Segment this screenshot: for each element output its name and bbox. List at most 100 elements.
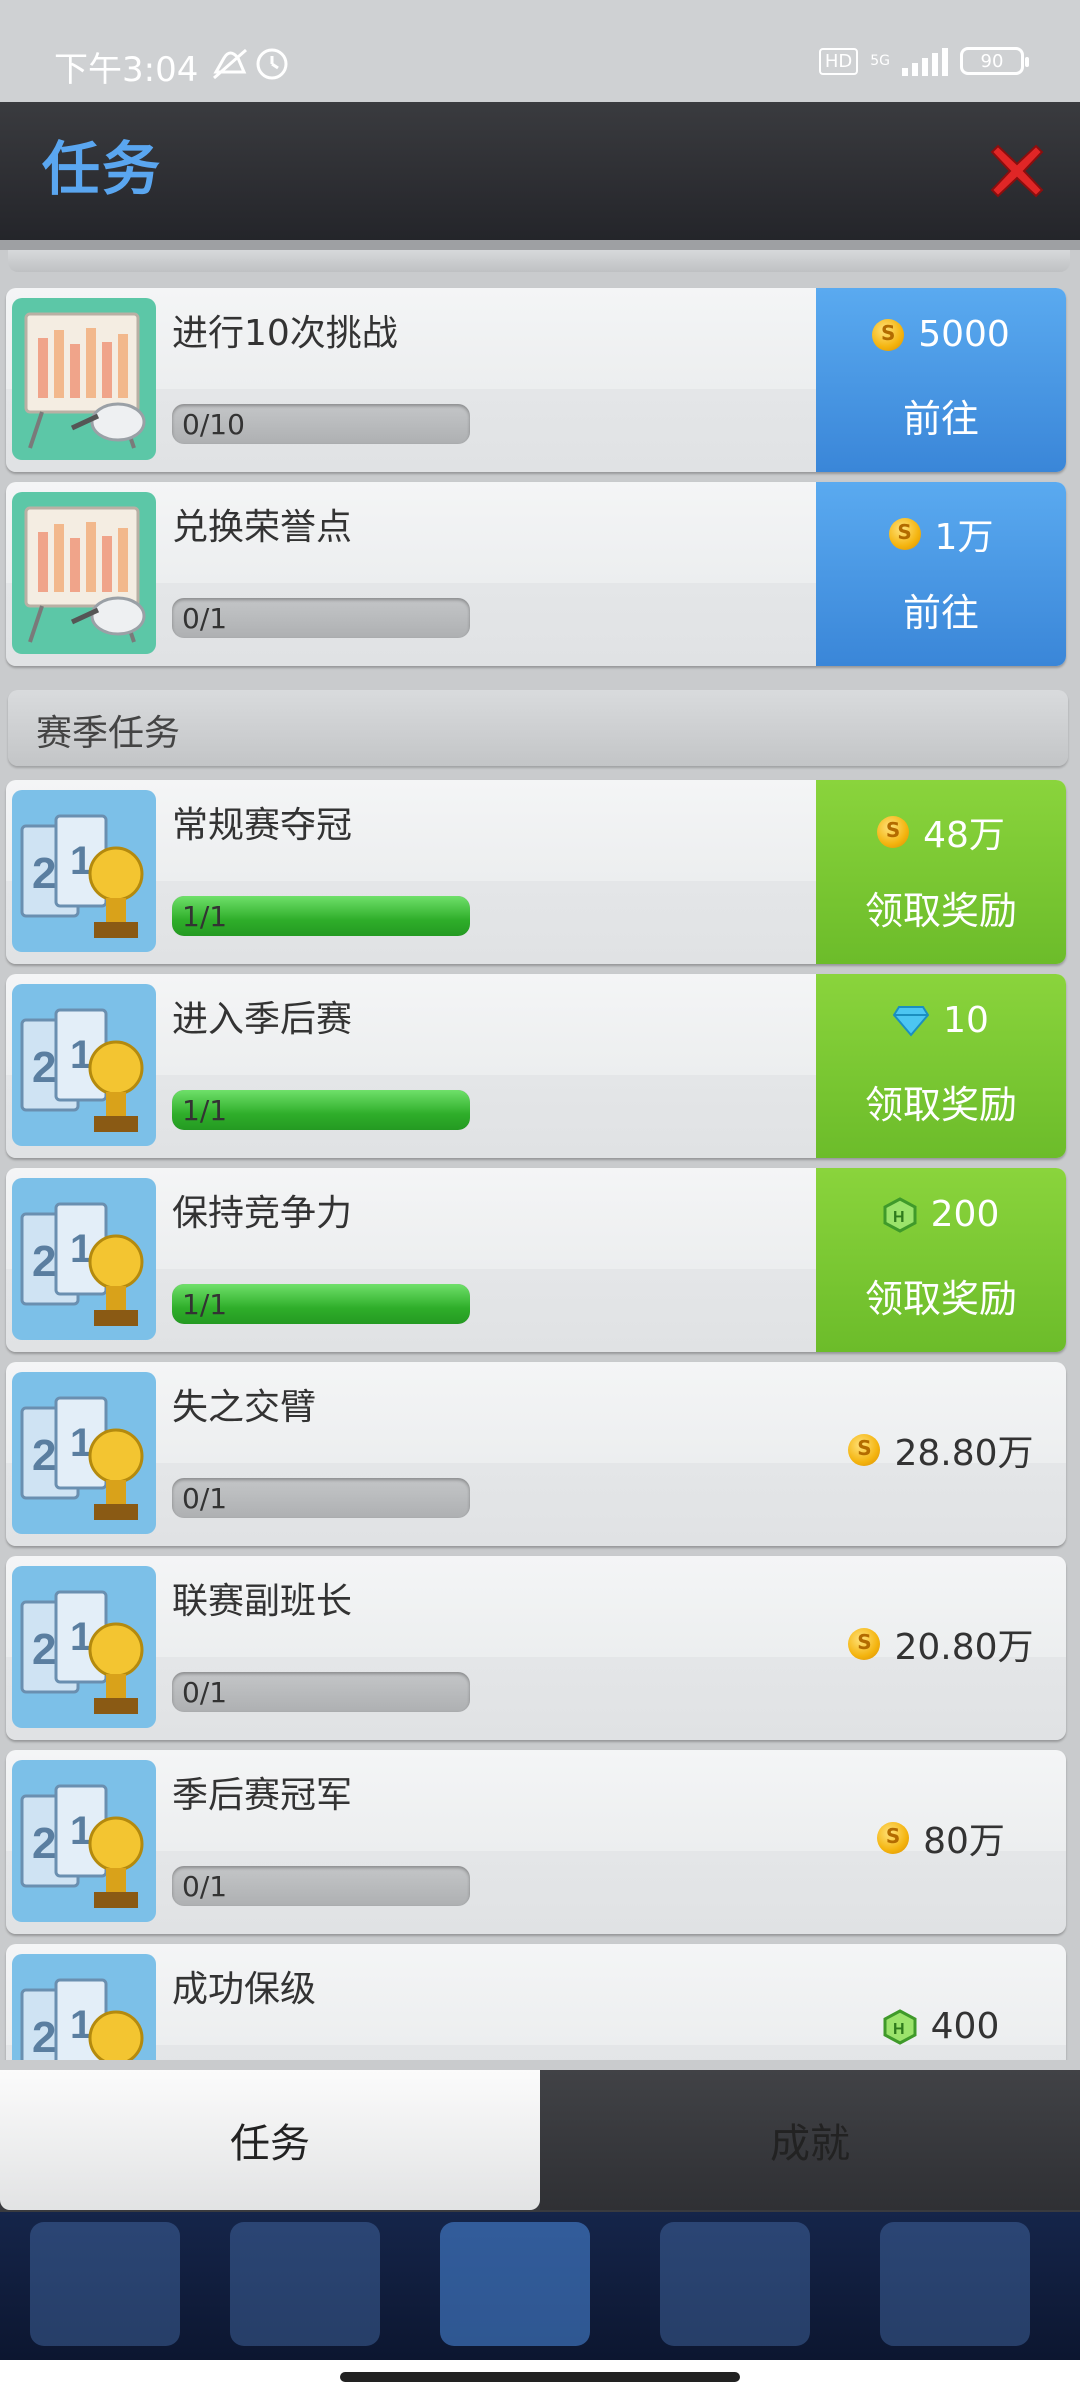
action-label: 前往 [902, 397, 979, 441]
battery-level: 90 [980, 50, 1004, 72]
reward-amount: 80万 [923, 1821, 1005, 1862]
hexagon-icon: H [883, 1196, 917, 1233]
close-icon[interactable] [984, 138, 1050, 204]
reward-amount: 200 [930, 1194, 1000, 1235]
reward-action-button[interactable]: 48万领取奖励 [816, 780, 1066, 964]
list-top-edge [8, 250, 1070, 272]
task-title: 季后赛冠军 [172, 1775, 353, 1816]
reward-amount: 48万 [923, 815, 1005, 856]
system-nav-bar [0, 2360, 1080, 2400]
diamond-icon [893, 1005, 930, 1037]
task-row: 21 常规赛夺冠 1/1 48万领取奖励 [6, 780, 1066, 964]
tab-label: 成就 [770, 2121, 850, 2167]
status-right: HD 5G 90 [818, 46, 1029, 76]
reward-display: 20.80万 [816, 1556, 1066, 1740]
task-title: 兑换荣誉点 [172, 507, 353, 548]
svg-text:H: H [893, 2021, 905, 2038]
action-label: 领取奖励 [864, 889, 1017, 933]
progress-bar: 0/1 [172, 1672, 470, 1712]
action-label: 前往 [902, 591, 979, 635]
task-title: 成功保级 [172, 1969, 317, 2010]
reward-action-button[interactable]: 10 领取奖励 [816, 974, 1066, 1158]
task-row: 2 1 保持竞争力 1/1 H 200 领取奖励 [6, 1168, 1066, 1352]
reward-amount: 28.80万 [894, 1433, 1034, 1474]
coin-icon [877, 1822, 910, 1854]
trophy-icon: 21 [12, 1372, 156, 1534]
task-title: 联赛副班长 [172, 1581, 353, 1622]
hd-badge: HD [818, 47, 859, 75]
status-time: 下午3:04 [54, 50, 199, 90]
progress-text: 0/1 [182, 602, 228, 635]
reward-action-button[interactable]: H 200 领取奖励 [816, 1168, 1066, 1352]
trophy-icon: 21 [12, 790, 156, 952]
task-title: 失之交臂 [172, 1387, 317, 1428]
task-title: 常规赛夺冠 [172, 805, 353, 846]
reward-amount: 400 [930, 2006, 1000, 2047]
bottom-tabs: 任务 成就 [0, 2070, 1080, 2212]
signal-icon [902, 46, 948, 76]
reward-amount: 10 [943, 1000, 989, 1041]
page-title: 任务 [42, 135, 163, 203]
reward-amount: 5000 [918, 314, 1010, 355]
progress-bar: 0/10 [172, 404, 470, 444]
progress-bar: 1/1 [172, 896, 470, 936]
trophy-icon: 21 [12, 1760, 156, 1922]
task-row: 21 联赛副班长 0/1 20.80万 [6, 1556, 1066, 1740]
reward-action-button[interactable]: 5000 前往 [816, 288, 1066, 472]
background-menu [0, 2212, 1080, 2360]
hexagon-icon: H [883, 2008, 917, 2045]
task-title: 进行10次挑战 [172, 313, 398, 354]
trophy-icon: 21 [12, 1566, 156, 1728]
whistle-board-icon [12, 298, 156, 460]
tab-achievements[interactable]: 成就 [540, 2070, 1080, 2210]
action-label: 领取奖励 [864, 1277, 1017, 1321]
background-button [880, 2222, 1030, 2346]
task-row: 2 1 进入季后赛 1/1 10 领取奖励 [6, 974, 1066, 1158]
trophy-icon: 21 [12, 984, 156, 1146]
reward-display: 80万 [816, 1750, 1066, 1934]
status-icons [210, 44, 300, 88]
task-row: 2 1 成功保级 H 400 [6, 1944, 1066, 2060]
tab-tasks[interactable]: 任务 [0, 2070, 540, 2210]
reward-amount: 20.80万 [894, 1627, 1034, 1668]
svg-text:2: 2 [32, 1625, 56, 1674]
coin-icon [877, 816, 910, 848]
reward-amount: 1万 [934, 517, 994, 558]
mute-icon [213, 48, 288, 80]
action-label: 领取奖励 [864, 1083, 1017, 1127]
task-row: 21 失之交臂 0/1 28.80万 [6, 1362, 1066, 1546]
progress-bar: 0/1 [172, 1866, 470, 1906]
task-list[interactable]: 进行10次挑战0/105000前往兑换荣誉点0/11万前往21常规赛夺冠1/14… [0, 250, 1080, 2060]
svg-text:2: 2 [32, 1431, 56, 1480]
progress-text: 1/1 [182, 1288, 228, 1321]
coin-icon [872, 318, 905, 351]
background-button [660, 2222, 810, 2346]
task-row: 兑换荣誉点 0/1 1万前往 [6, 482, 1066, 666]
background-button [440, 2222, 590, 2346]
status-bar: 下午3:04 HD 5G 90 [0, 0, 1080, 102]
progress-text: 0/1 [182, 1676, 228, 1709]
progress-text: 1/1 [182, 1094, 228, 1127]
task-title: 进入季后赛 [172, 999, 353, 1040]
whistle-board-icon [12, 492, 156, 654]
reward-action-button[interactable]: 1万前往 [816, 482, 1066, 666]
svg-text:2: 2 [32, 1819, 56, 1868]
tab-label: 任务 [230, 2121, 310, 2167]
progress-bar: 1/1 [172, 1284, 470, 1324]
progress-bar: 0/1 [172, 598, 470, 638]
home-indicator[interactable] [340, 2372, 740, 2382]
trophy-icon: 21 [12, 1954, 156, 2060]
progress-text: 0/10 [182, 408, 245, 441]
task-row: 21 季后赛冠军 0/1 80万 [6, 1750, 1066, 1934]
task-title: 保持竞争力 [172, 1193, 353, 1234]
svg-text:2: 2 [32, 1043, 56, 1092]
reward-display: 28.80万 [816, 1362, 1066, 1546]
progress-bar: 1/1 [172, 1090, 470, 1130]
svg-text:H: H [893, 1209, 905, 1226]
section-title: 赛季任务 [36, 713, 181, 754]
svg-text:2: 2 [32, 2013, 56, 2060]
progress-text: 0/1 [182, 1482, 228, 1515]
network-label: 5G [870, 53, 890, 69]
background-button [230, 2222, 380, 2346]
coin-icon [848, 1434, 881, 1466]
